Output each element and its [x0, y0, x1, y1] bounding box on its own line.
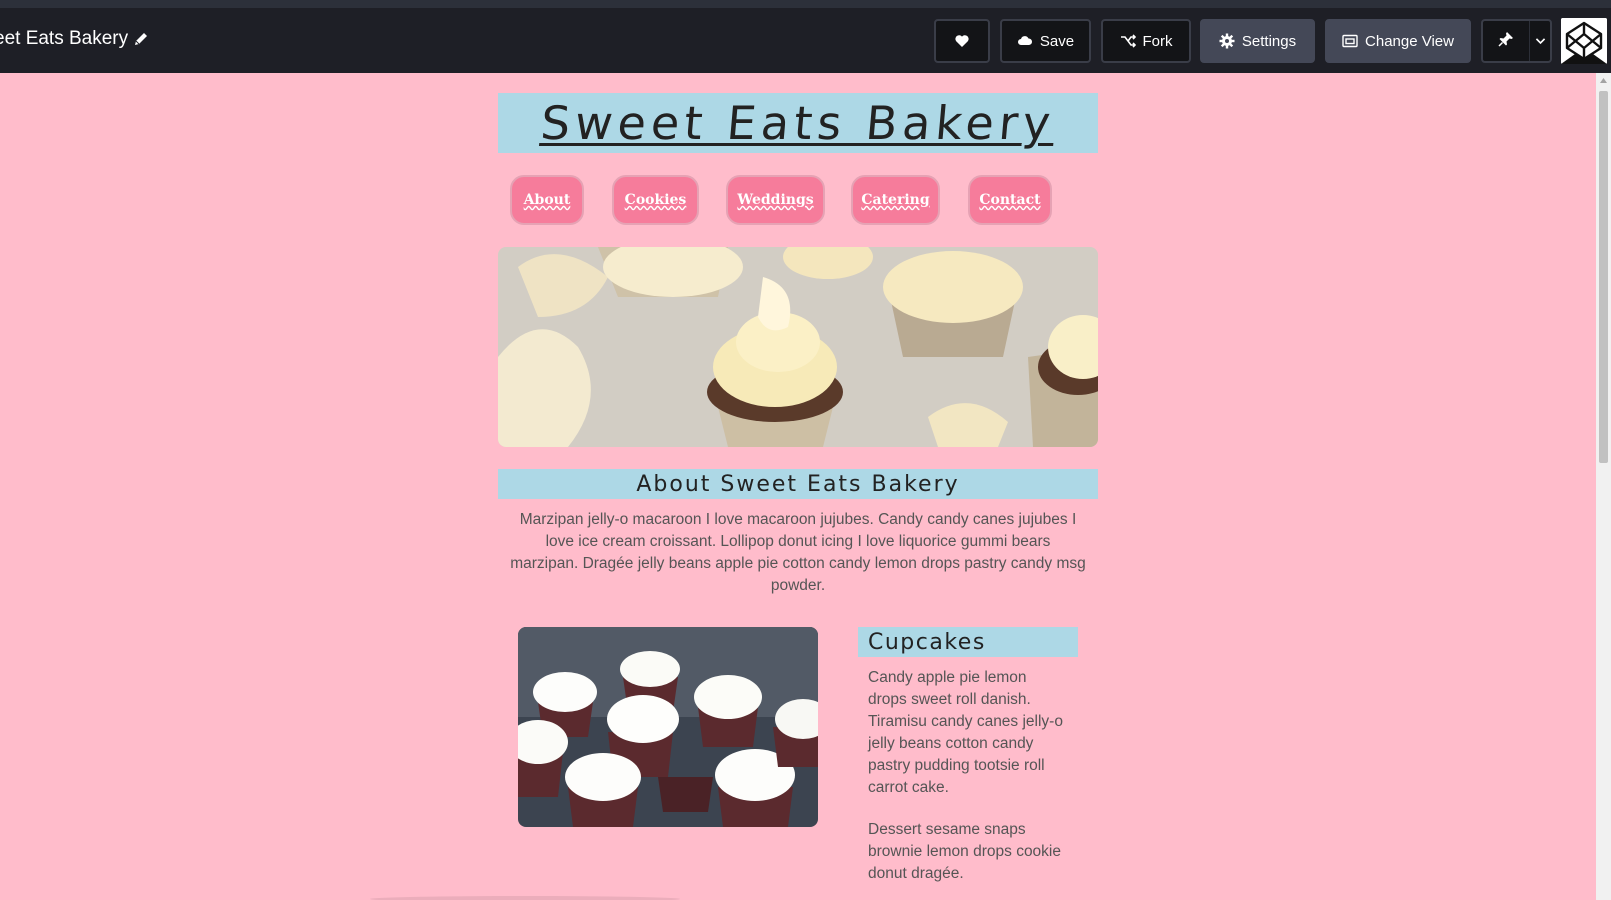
like-button[interactable] — [934, 19, 990, 63]
cupcakes-paragraph: Candy apple pie lemon drops sweet roll d… — [868, 669, 1063, 796]
pen-title-text[interactable]: eet Eats Bakery — [0, 28, 128, 50]
scroll-up-arrow-icon[interactable] — [1596, 73, 1611, 88]
editor-top-strip — [0, 0, 1611, 8]
fork-label: Fork — [1142, 32, 1173, 50]
more-options-button[interactable] — [1530, 21, 1550, 61]
view-icon — [1342, 33, 1358, 49]
site-nav: About Cookies Weddings Catering Contact — [498, 175, 1098, 225]
change-view-label: Change View — [1365, 32, 1454, 50]
chevron-down-icon — [1534, 32, 1547, 51]
horizontal-scroll-hint — [370, 896, 680, 900]
nav-weddings[interactable]: Weddings — [726, 175, 825, 225]
gear-icon — [1219, 33, 1235, 49]
cupcakes-image — [518, 627, 818, 827]
about-text: Marzipan jelly-o macaroon I love macaroo… — [510, 511, 1086, 594]
preview-scrollbar[interactable] — [1596, 73, 1611, 900]
hero-cupcakes-image — [498, 247, 1098, 447]
heart-icon — [954, 33, 970, 49]
fork-button[interactable]: Fork — [1101, 19, 1191, 63]
site-title-banner: Sweet Eats Bakery — [498, 93, 1098, 153]
settings-label: Settings — [1241, 32, 1297, 50]
user-avatar[interactable] — [1561, 18, 1607, 64]
save-label: Save — [1039, 32, 1075, 50]
fork-icon — [1120, 33, 1136, 49]
settings-button[interactable]: Settings — [1200, 19, 1315, 63]
pin-icon — [1498, 31, 1514, 51]
cupcakes-heading: Cupcakes — [868, 629, 986, 655]
about-heading: About Sweet Eats Bakery — [636, 471, 960, 497]
nav-catering[interactable]: Catering — [851, 175, 940, 225]
nav-cookies[interactable]: Cookies — [612, 175, 699, 225]
cupcakes-heading-banner: Cupcakes — [858, 627, 1078, 657]
pin-button[interactable] — [1483, 21, 1530, 61]
pen-preview: Sweet Eats Bakery About Cookies Weddings… — [0, 73, 1596, 900]
about-heading-banner: About Sweet Eats Bakery — [498, 469, 1098, 499]
pen-title[interactable]: eet Eats Bakery — [0, 19, 149, 59]
editor-header: eet Eats Bakery Save Fork Settings Chang… — [0, 8, 1611, 73]
pencil-icon[interactable] — [133, 31, 149, 47]
nav-contact[interactable]: Contact — [968, 175, 1052, 225]
save-button[interactable]: Save — [1000, 19, 1091, 63]
nav-about[interactable]: About — [510, 175, 584, 225]
pin-button-group — [1481, 19, 1552, 63]
codepen-logo — [1561, 18, 1607, 64]
cloud-icon — [1017, 33, 1033, 49]
scrollbar-thumb[interactable] — [1599, 91, 1608, 463]
site-title: Sweet Eats Bakery — [538, 96, 1058, 150]
cupcakes-paragraph: Dessert sesame snaps brownie lemon drops… — [868, 821, 1061, 882]
cupcakes-text: Candy apple pie lemon drops sweet roll d… — [868, 667, 1068, 885]
change-view-button[interactable]: Change View — [1325, 19, 1471, 63]
